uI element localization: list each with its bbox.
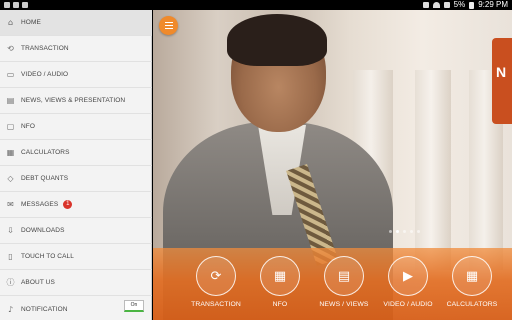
- sidebar-item-label: NEWS, VIEWS & PRESENTATION: [21, 97, 126, 104]
- calculator-icon: ▦: [452, 256, 492, 296]
- sidebar-item-transaction[interactable]: ⟲ TRANSACTION: [0, 36, 152, 62]
- battery-icon: [469, 1, 475, 9]
- notification-toggle[interactable]: On: [124, 300, 144, 312]
- sidebar-item-downloads[interactable]: ⇩ DOWNLOADS: [0, 218, 152, 244]
- signal-icon: [443, 2, 450, 8]
- video-icon: ▶: [388, 256, 428, 296]
- video-icon: ▭: [6, 70, 15, 79]
- quick-action-calculators[interactable]: ▦ CALCULATORS: [441, 256, 503, 320]
- menu-button[interactable]: [159, 16, 178, 35]
- person-hair: [227, 14, 327, 66]
- sidebar-item-label: CALCULATORS: [21, 149, 70, 156]
- carousel-dot[interactable]: [410, 230, 413, 233]
- transaction-icon: ⟲: [7, 44, 14, 53]
- transaction-icon: ⟳: [196, 256, 236, 296]
- news-icon: ▤: [324, 256, 364, 296]
- promo-tab[interactable]: N: [492, 38, 512, 124]
- quick-action-transaction[interactable]: ⟳ TRANSACTION: [185, 256, 247, 320]
- notification-icon: [13, 2, 19, 8]
- sidebar-item-about-us[interactable]: ⓘ ABOUT US: [0, 270, 152, 296]
- sidebar-item-label: DEBT QUANTS: [21, 175, 69, 182]
- sidebar-item-nfo[interactable]: ▢ NFO: [0, 114, 152, 140]
- sidebar-item-label: NFO: [21, 123, 36, 130]
- quick-action-news-views[interactable]: ▤ NEWS / VIEWS: [313, 256, 375, 320]
- notification-icon: [22, 2, 28, 8]
- clock: 9:29 PM: [478, 0, 508, 9]
- vibrate-icon: [422, 2, 429, 8]
- quick-action-nfo[interactable]: ▦ NFO: [249, 256, 311, 320]
- sidebar-item-label: DOWNLOADS: [21, 227, 65, 234]
- status-notification-icons: [4, 0, 28, 8]
- download-icon: ⇩: [7, 226, 14, 235]
- sidebar-item-label: HOME: [21, 19, 41, 26]
- sidebar-item-label: NOTIFICATION: [21, 305, 68, 313]
- main-content: N ⟳ TRANSACTION ▦ NFO ▤ NEWS / VIEWS ▶ V…: [153, 10, 512, 320]
- nfo-icon: ▢: [6, 122, 15, 131]
- status-right: 5% 9:29 PM: [422, 0, 508, 10]
- sidebar-item-label: VIDEO / AUDIO: [21, 71, 69, 78]
- quick-action-label: VIDEO / AUDIO: [383, 301, 433, 308]
- sidebar-item-home[interactable]: ⌂ HOME: [0, 10, 152, 36]
- home-icon: ⌂: [7, 18, 14, 27]
- messages-badge: 1: [63, 200, 73, 209]
- promo-letter: N: [496, 64, 507, 80]
- info-icon: ⓘ: [6, 278, 15, 287]
- carousel-dot[interactable]: [389, 230, 392, 233]
- background-pillar: [415, 70, 451, 270]
- hamburger-icon: [164, 22, 173, 23]
- notification-icon: [4, 2, 10, 8]
- sidebar-item-debt-quants[interactable]: ◇ DEBT QUANTS: [0, 166, 152, 192]
- carousel-dot[interactable]: [403, 230, 406, 233]
- hamburger-icon: [164, 25, 173, 26]
- bell-icon: ♪: [7, 304, 14, 314]
- news-icon: ▤: [6, 96, 15, 105]
- quick-action-label: TRANSACTION: [191, 301, 241, 308]
- sidebar-item-video-audio[interactable]: ▭ VIDEO / AUDIO: [0, 62, 152, 88]
- battery-percent: 5%: [453, 0, 466, 9]
- sidebar-item-label: TOUCH TO CALL: [21, 253, 74, 260]
- sidebar-item-calculators[interactable]: ▦ CALCULATORS: [0, 140, 152, 166]
- sidebar-item-label: ABOUT US: [21, 279, 55, 286]
- sidebar: ⌂ HOME ⟲ TRANSACTION ▭ VIDEO / AUDIO ▤ N…: [0, 10, 152, 320]
- status-bar: 5% 9:29 PM: [0, 0, 512, 10]
- carousel-indicator: [389, 230, 420, 233]
- quick-action-video-audio[interactable]: ▶ VIDEO / AUDIO: [377, 256, 439, 320]
- sidebar-item-messages[interactable]: ✉ MESSAGES 1: [0, 192, 152, 218]
- sidebar-item-label: TRANSACTION: [21, 45, 69, 52]
- calculator-icon: ▦: [6, 148, 15, 157]
- hamburger-icon: [164, 28, 173, 29]
- sidebar-item-label: MESSAGES: [21, 201, 59, 208]
- carousel-dot[interactable]: [417, 230, 420, 233]
- calendar-icon: ▦: [260, 256, 300, 296]
- quick-action-label: NFO: [272, 301, 288, 308]
- wifi-icon: [432, 2, 440, 8]
- tag-icon: ◇: [7, 174, 14, 183]
- sidebar-item-touch-to-call[interactable]: ▯ TOUCH TO CALL: [0, 244, 152, 270]
- sidebar-item-notification: ♪ NOTIFICATION On: [0, 296, 152, 320]
- quick-action-label: CALCULATORS: [446, 301, 498, 308]
- mail-icon: ✉: [7, 200, 14, 209]
- phone-icon: ▯: [8, 252, 13, 261]
- quick-action-label: NEWS / VIEWS: [319, 301, 369, 308]
- carousel-dot-active[interactable]: [396, 230, 399, 233]
- sidebar-item-news[interactable]: ▤ NEWS, VIEWS & PRESENTATION: [0, 88, 152, 114]
